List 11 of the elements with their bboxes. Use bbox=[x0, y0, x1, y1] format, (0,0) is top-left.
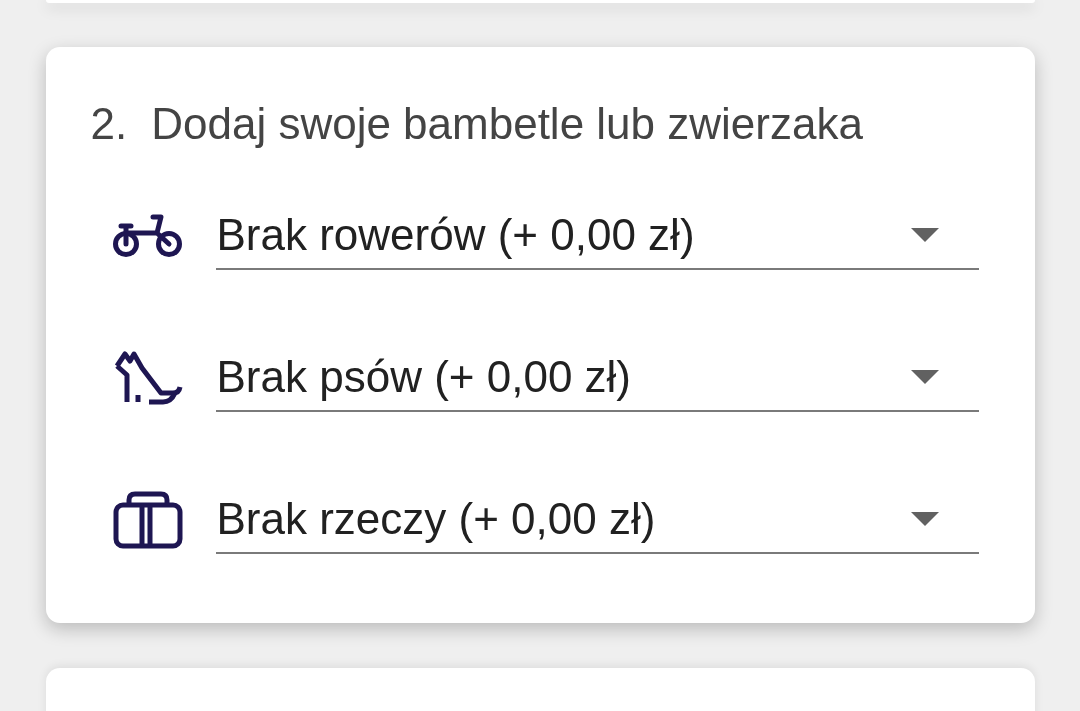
caret-icon bbox=[910, 228, 939, 242]
caret-icon bbox=[910, 512, 939, 526]
caret-icon bbox=[910, 370, 939, 384]
dropdown[interactable]: Brak rowerów (+ 0,00 zł) bbox=[215, 202, 979, 270]
section-title: Dodaj swoje bambetle lub zwierzaka bbox=[151, 99, 863, 149]
bicycle-icon bbox=[112, 213, 183, 259]
step-number: 2. bbox=[90, 99, 128, 149]
dropdown[interactable]: Brak rzeczy (+ 0,00 zł) bbox=[215, 486, 979, 554]
luggage-icon bbox=[112, 491, 183, 549]
dog-icon bbox=[112, 351, 183, 405]
dropdown[interactable]: Brak psów (+ 0,00 zł) bbox=[215, 344, 979, 412]
